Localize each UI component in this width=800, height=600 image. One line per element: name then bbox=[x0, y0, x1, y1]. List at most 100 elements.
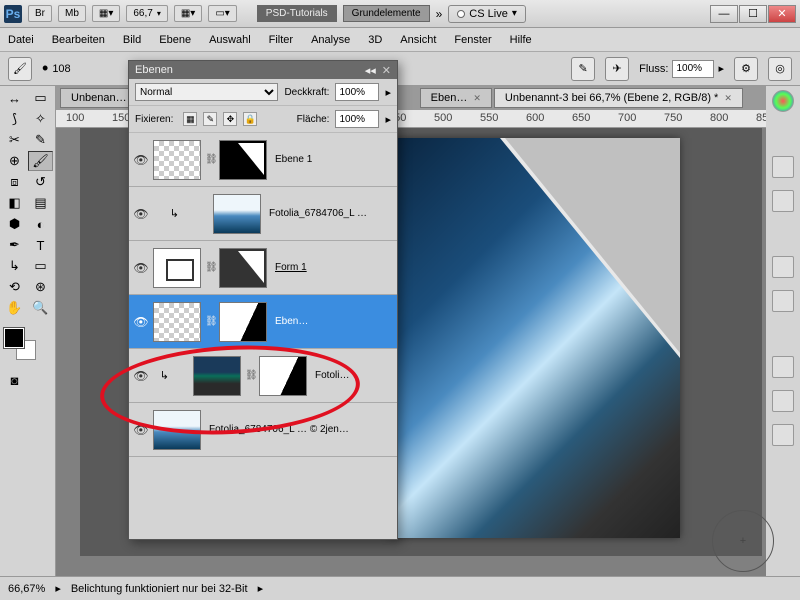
healing-tool[interactable]: ⊕ bbox=[2, 151, 27, 171]
layer-row-selected[interactable]: 👁 ⛓ Eben… bbox=[129, 295, 397, 349]
zoom-status[interactable]: 66,67% bbox=[8, 583, 45, 595]
menu-filter[interactable]: Filter bbox=[269, 34, 293, 46]
brush-tool[interactable]: 🖌 bbox=[28, 151, 53, 171]
styles-panel-icon[interactable] bbox=[772, 190, 794, 212]
chevron-right-icon[interactable]: ▸ bbox=[385, 86, 391, 99]
visibility-icon[interactable]: 👁 bbox=[133, 369, 149, 383]
panel-close-icon[interactable]: ✕ bbox=[382, 64, 391, 77]
cslive-button[interactable]: CS Live▾ bbox=[448, 5, 526, 23]
quickmask-tool[interactable]: ◙ bbox=[2, 370, 27, 390]
menu-ebene[interactable]: Ebene bbox=[159, 34, 191, 46]
fill-input[interactable] bbox=[335, 110, 379, 128]
workspace-tab-grundelemente[interactable]: Grundelemente bbox=[343, 5, 430, 22]
lock-position-icon[interactable]: ✥ bbox=[223, 112, 237, 126]
mask-thumb[interactable] bbox=[219, 248, 267, 288]
visibility-icon[interactable]: 👁 bbox=[133, 261, 149, 275]
eyedropper-tool[interactable]: ✎ bbox=[28, 130, 53, 150]
brush-tool-icon[interactable]: 🖌 bbox=[8, 57, 32, 81]
layer-thumb[interactable] bbox=[153, 140, 201, 180]
blur-tool[interactable]: ⬢ bbox=[2, 214, 27, 234]
marquee-tool[interactable]: ▭ bbox=[28, 88, 53, 108]
pen-tool[interactable]: ✒ bbox=[2, 235, 27, 255]
menu-auswahl[interactable]: Auswahl bbox=[209, 34, 251, 46]
stamp-tool[interactable]: ⧈ bbox=[2, 172, 27, 192]
doc-tab-2[interactable]: Eben…✕ bbox=[420, 88, 492, 108]
eraser-tool[interactable]: ◧ bbox=[2, 193, 27, 213]
ruler-button[interactable]: ▭▾ bbox=[208, 5, 236, 22]
link-icon[interactable]: ⛓ bbox=[205, 316, 215, 327]
paths-panel-icon[interactable] bbox=[772, 424, 794, 446]
visibility-icon[interactable]: 👁 bbox=[133, 207, 149, 221]
status-arrow-icon[interactable]: ▸ bbox=[55, 582, 61, 595]
link-icon[interactable]: ⛓ bbox=[205, 154, 215, 165]
layers-panel-icon[interactable] bbox=[772, 256, 794, 278]
bridge-button[interactable]: Br bbox=[28, 5, 52, 22]
dodge-tool[interactable]: ◐ bbox=[28, 214, 53, 234]
panel-menu-icon[interactable]: ◂◂ bbox=[365, 64, 376, 77]
mask-thumb[interactable] bbox=[219, 302, 267, 342]
menu-bearbeiten[interactable]: Bearbeiten bbox=[52, 34, 105, 46]
layer-row[interactable]: 👁 ⛓ Form 1 bbox=[129, 241, 397, 295]
close-icon[interactable]: ✕ bbox=[724, 93, 732, 104]
airbrush-icon[interactable]: ✈ bbox=[605, 57, 629, 81]
move-tool[interactable]: ↔ bbox=[2, 88, 27, 108]
3d-camera-tool[interactable]: ⊛ bbox=[28, 277, 53, 297]
layer-name[interactable]: Eben… bbox=[271, 316, 393, 327]
minibridge-button[interactable]: Mb bbox=[58, 5, 86, 22]
layer-name[interactable]: Fotoli… bbox=[311, 370, 393, 381]
menu-datei[interactable]: Datei bbox=[8, 34, 34, 46]
hand-tool[interactable]: ✋ bbox=[2, 298, 27, 318]
layer-name[interactable]: Ebene 1 bbox=[271, 154, 393, 165]
layer-thumb[interactable] bbox=[153, 410, 201, 450]
zoom-tool[interactable]: 🔍 bbox=[28, 298, 53, 318]
layers-panel[interactable]: Ebenen ◂◂✕ Normal Deckkraft: ▸ Fixieren:… bbox=[128, 60, 398, 540]
overflow-chevron-icon[interactable]: » bbox=[436, 7, 443, 21]
minimize-button[interactable]: — bbox=[710, 5, 738, 23]
menu-3d[interactable]: 3D bbox=[368, 34, 382, 46]
layer-row[interactable]: 👁 ↳ Fotolia_6784706_L … bbox=[129, 187, 397, 241]
layer-row[interactable]: 👁 ⛓ Ebene 1 bbox=[129, 133, 397, 187]
link-icon[interactable]: ⛓ bbox=[245, 370, 255, 381]
workspace-tab-psdtutorials[interactable]: PSD-Tutorials bbox=[257, 5, 337, 22]
menu-ansicht[interactable]: Ansicht bbox=[400, 34, 436, 46]
channels-panel-icon[interactable] bbox=[772, 290, 794, 312]
status-chevron-icon[interactable]: ▸ bbox=[258, 582, 264, 595]
doc-tab-1[interactable]: Unbenan… bbox=[60, 88, 138, 108]
link-icon[interactable]: ⛓ bbox=[205, 262, 215, 273]
fluss-chevron-icon[interactable]: ▸ bbox=[718, 62, 724, 75]
airbrush-toggle-icon[interactable]: ⚙ bbox=[734, 57, 758, 81]
history-panel-icon[interactable] bbox=[772, 356, 794, 378]
layer-thumb[interactable] bbox=[213, 194, 261, 234]
lasso-tool[interactable]: ⟆ bbox=[2, 109, 27, 129]
fluss-input[interactable] bbox=[672, 60, 714, 78]
visibility-icon[interactable]: 👁 bbox=[133, 423, 149, 437]
blend-mode-select[interactable]: Normal bbox=[135, 83, 278, 101]
view-button[interactable]: ▦▾ bbox=[92, 5, 120, 22]
color-panel-icon[interactable] bbox=[772, 90, 794, 112]
3d-tool[interactable]: ⟲ bbox=[2, 277, 27, 297]
menu-analyse[interactable]: Analyse bbox=[311, 34, 350, 46]
layer-row[interactable]: 👁 ↳ ⛓ Fotoli… bbox=[129, 349, 397, 403]
layers-panel-titlebar[interactable]: Ebenen ◂◂✕ bbox=[129, 61, 397, 79]
layer-name[interactable]: Form 1 bbox=[271, 262, 393, 273]
close-button[interactable]: ✕ bbox=[768, 5, 796, 23]
adjustments-panel-icon[interactable] bbox=[772, 156, 794, 178]
chevron-right-icon[interactable]: ▸ bbox=[385, 113, 391, 126]
layer-thumb[interactable] bbox=[153, 248, 201, 288]
grid-button[interactable]: ▦▾ bbox=[174, 5, 202, 22]
tablet-pressure-icon[interactable]: ✎ bbox=[571, 57, 595, 81]
layer-name[interactable]: Fotolia_6784706_L … bbox=[265, 208, 393, 219]
menu-bild[interactable]: Bild bbox=[123, 34, 141, 46]
layer-thumb[interactable] bbox=[193, 356, 241, 396]
mask-thumb[interactable] bbox=[219, 140, 267, 180]
tablet-opacity-icon[interactable]: ◎ bbox=[768, 57, 792, 81]
zoom-dropdown[interactable]: 66,7 bbox=[126, 5, 167, 22]
mask-thumb[interactable] bbox=[259, 356, 307, 396]
visibility-icon[interactable]: 👁 bbox=[133, 153, 149, 167]
gradient-tool[interactable]: ▤ bbox=[28, 193, 53, 213]
history-brush-tool[interactable]: ↺ bbox=[28, 172, 53, 192]
layer-thumb[interactable] bbox=[153, 302, 201, 342]
layer-name[interactable]: Fotolia_6784706_L … © 2jen… bbox=[205, 424, 393, 435]
magic-wand-tool[interactable]: ✧ bbox=[28, 109, 53, 129]
crop-tool[interactable]: ✂ bbox=[2, 130, 27, 150]
